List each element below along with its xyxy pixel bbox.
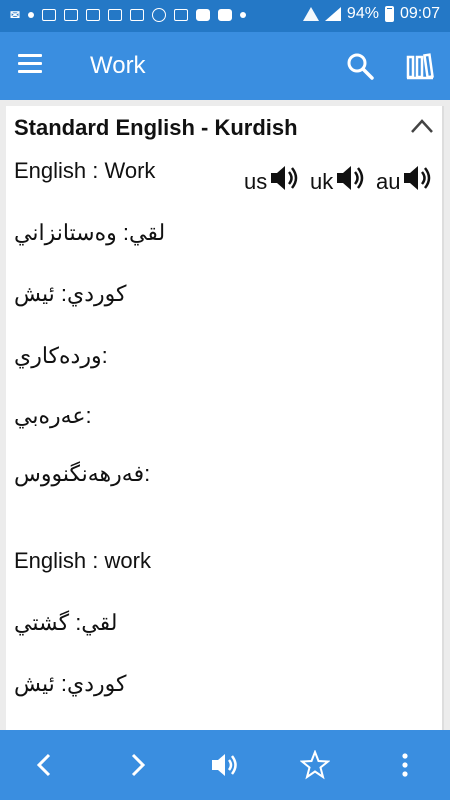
- app-notification-icon: [42, 9, 57, 21]
- dictionary-title: Standard English - Kurdish: [14, 115, 298, 140]
- back-icon[interactable]: [30, 750, 60, 780]
- more-icon[interactable]: [390, 750, 420, 780]
- entry-farhang: فەرهەنگنووس:: [14, 461, 151, 486]
- page-title: Work: [90, 52, 146, 79]
- entry-lqi: لقي: وەستانزاني: [14, 220, 166, 245]
- app-notification-icon: [86, 9, 101, 21]
- clock: 09:07: [399, 5, 440, 22]
- entry-english: English : work: [14, 548, 151, 573]
- entry-arabi: عەرەبي:: [14, 403, 92, 428]
- notification-icons: ✉: [10, 8, 247, 22]
- pronounce-label: us: [244, 169, 268, 194]
- entry-lqi: لقي: گشتي: [14, 610, 118, 635]
- app-notification-icon: [64, 9, 79, 21]
- speaker-icon: [404, 166, 431, 190]
- youtube-notification-icon: [218, 9, 233, 21]
- pronounce-au-button[interactable]: au: [376, 163, 434, 193]
- speaker-icon[interactable]: [210, 750, 240, 780]
- speaker-icon: [337, 166, 364, 190]
- wifi-icon: [302, 7, 319, 21]
- youtube-notification-icon: [196, 9, 211, 21]
- entry-kurdi: كوردي: ئيش: [14, 281, 127, 306]
- dictionary-card: Standard English - Kurdish English : Wor…: [6, 106, 444, 730]
- pronounce-label: uk: [310, 169, 334, 194]
- menu-icon[interactable]: [18, 54, 42, 74]
- search-icon[interactable]: [346, 52, 374, 80]
- library-icon[interactable]: [406, 52, 434, 80]
- dot-notification-icon: [240, 12, 247, 18]
- signal-icon: [324, 7, 341, 21]
- dot-notification-icon: [28, 12, 35, 18]
- battery-percent: 94%: [346, 5, 379, 22]
- battery-icon: [384, 6, 394, 22]
- sync-notification-icon: [152, 8, 167, 22]
- bottom-toolbar: [0, 730, 450, 800]
- pronounce-uk-button[interactable]: uk: [310, 163, 367, 193]
- email-notification-icon: [174, 9, 189, 21]
- mail-notification-icon: ✉: [10, 8, 21, 22]
- app-notification-icon: [130, 9, 145, 21]
- app-bar: Work: [0, 32, 450, 100]
- star-icon[interactable]: [300, 750, 330, 780]
- entry-kurdi: كوردي: ئيش: [14, 671, 127, 696]
- entry-wrdakari: وردەكاري:: [14, 343, 108, 368]
- entry-english: English : Work: [14, 158, 156, 183]
- status-bar: ✉ 94% 09:07: [0, 0, 450, 32]
- app-notification-icon: [108, 9, 123, 21]
- card-header[interactable]: Standard English - Kurdish: [6, 106, 444, 146]
- speaker-icon: [271, 166, 298, 190]
- pronounce-us-button[interactable]: us: [244, 163, 301, 193]
- scrollbar[interactable]: [442, 106, 444, 730]
- chevron-up-icon[interactable]: [410, 118, 434, 134]
- forward-icon[interactable]: [122, 750, 152, 780]
- pronounce-label: au: [376, 169, 401, 194]
